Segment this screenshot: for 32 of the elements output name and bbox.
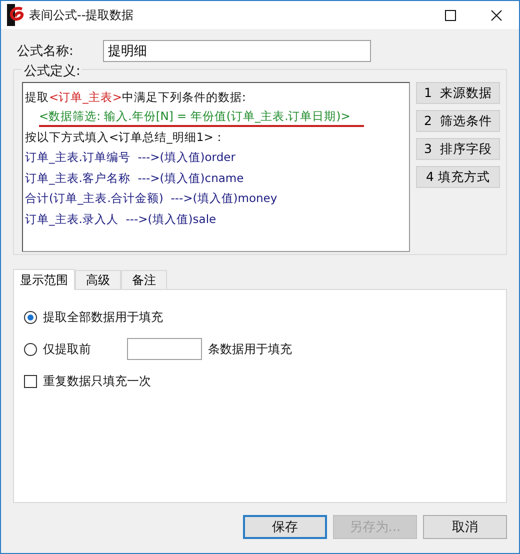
name-field[interactable]: 提明细 [103, 40, 371, 62]
radio-button[interactable] [24, 310, 37, 324]
radio-label: 提取全部数据用于填充 [43, 308, 163, 326]
tab[interactable]: 显示范围 [13, 269, 75, 290]
close-icon[interactable] [490, 10, 502, 20]
formula-line: 订单_主表.客户名称 --->(填入值)cname [25, 170, 244, 187]
radio-label: 仅提取前 [43, 340, 91, 358]
formula-step-button[interactable]: 1 来源数据 [416, 82, 500, 104]
formula-step-button[interactable]: 4 填充方式 [416, 166, 500, 188]
name-label: 公式名称: [16, 43, 74, 60]
count-suffix: 条数据用于填充 [208, 340, 292, 358]
dialog-button[interactable]: 取消 [423, 515, 507, 539]
tab[interactable]: 高级 [75, 270, 121, 289]
formula-line: <数据筛选: 输入.年份[N] = 年份值(订单_主表.订单日期)> [39, 108, 364, 126]
tab[interactable]: 备注 [121, 270, 167, 289]
radio-button[interactable] [24, 342, 37, 356]
count-field[interactable] [127, 338, 202, 360]
maximize-icon[interactable] [444, 10, 456, 20]
formula-line: 提取<订单_主表>中满足下列条件的数据: [25, 89, 246, 106]
checkbox[interactable] [24, 374, 37, 388]
checkbox-label: 重复数据只填充一次 [43, 372, 151, 390]
formula-step-button[interactable]: 3 排序字段 [416, 138, 500, 160]
formula-line: 订单_主表.订单编号 --->(填入值)order [25, 149, 236, 166]
formula-text-area[interactable]: 提取<订单_主表>中满足下列条件的数据: <数据筛选: 输入.年份[N] = 年份值(订单_主表.订单日期)> 按以下方式填入<订单总结_明细1>： 订单_主表.订单编号 --->(填入值)order 订单_主表.客户名称 --->(填入值)cname 合计(订单_主表.合计金额) --->(填入值)money 订单_主表.录入人 --->(填入值)sale [22, 82, 410, 252]
formula-step-button[interactable]: 2 筛选条件 [416, 110, 500, 132]
formula-line: 按以下方式填入<订单总结_明细1>： [25, 128, 226, 146]
formula-line: 合计(订单_主表.合计金额) --->(填入值)money [25, 190, 278, 207]
dialog-button[interactable]: 保存 [243, 515, 327, 539]
app-logo-icon [7, 4, 25, 26]
group-label: 公式定义: [22, 62, 82, 80]
window-title: 表间公式--提取数据 [29, 6, 135, 24]
formula-line: 订单_主表.录入人 --->(填入值)sale [25, 210, 216, 228]
